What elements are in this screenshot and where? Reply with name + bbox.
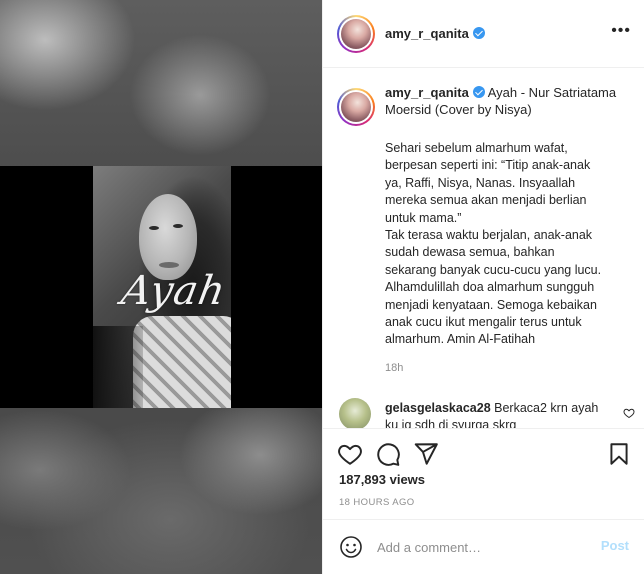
caption-verified-badge-icon (472, 86, 485, 98)
comment-input[interactable] (377, 537, 577, 557)
caption-line: ya, Raffi, Nisya, Nanas. Insyaallah (385, 175, 576, 190)
caption-line: sekarang banyak cucu-cucu yang lucu. (385, 262, 602, 277)
caption-line: sudah dewasa semua, bahkan (385, 245, 555, 260)
header-username[interactable]: amy_r_qanita (385, 26, 485, 41)
bookmark-icon[interactable] (606, 441, 632, 467)
header-avatar[interactable] (337, 15, 375, 53)
comment-bubble-icon[interactable] (375, 441, 401, 467)
video-subject-eye-right (173, 224, 183, 228)
comment-text: gelasgelaskaca28 Berkaca2 krn ayah ku jg… (385, 400, 615, 428)
verified-badge-icon (472, 27, 485, 39)
add-comment-bar: Post (323, 519, 644, 574)
video-title-overlay: Ayah (117, 268, 230, 314)
post-details-panel: amy_r_qanita ••• amy_r_qanita Ayah - Nur… (322, 0, 644, 574)
caption-area: amy_r_qanita Ayah - Nur Satriatama Moers… (323, 68, 644, 428)
post-time-ago[interactable]: 18 HOURS AGO (339, 497, 415, 508)
video-subject-dress (133, 316, 231, 408)
post-comment-button[interactable]: Post (601, 538, 629, 553)
comment-like-heart-icon[interactable] (623, 406, 635, 419)
caption-timestamp[interactable]: 18h (385, 362, 403, 374)
comment-item: gelasgelaskaca28 Berkaca2 krn ayah ku jg… (339, 398, 639, 428)
caption-line: mereka semua akan menjadi berlian (385, 193, 587, 208)
video-subject-shadow (93, 326, 143, 408)
video-subject-eye-left (149, 226, 159, 230)
caption-line: anak cucu ikut mengalir terus untuk (385, 315, 582, 330)
view-count[interactable]: 187,893 views (339, 472, 425, 487)
commenter-avatar[interactable] (339, 398, 371, 428)
post-media[interactable]: Ayah (0, 0, 322, 574)
caption-avatar[interactable] (337, 88, 375, 126)
commenter-username[interactable]: gelasgelaskaca28 (385, 401, 491, 415)
caption-header: amy_r_qanita Ayah - Nur Satriatama Moers… (385, 84, 635, 118)
caption-line: Alhamdulillah doa almarhum sungguh (385, 280, 595, 295)
more-options-icon[interactable]: ••• (611, 23, 631, 39)
caption-line: menjadi kenyataan. Semoga kebaikan (385, 297, 597, 312)
paper-plane-icon[interactable] (413, 441, 439, 467)
post-header: amy_r_qanita ••• (323, 0, 644, 68)
heart-icon[interactable] (337, 441, 363, 467)
caption-line: Tak terasa waktu berjalan, anak-anak (385, 228, 593, 243)
caption-line: Sehari sebelum almarhum wafat, (385, 141, 568, 155)
post-actions: 187,893 views 18 HOURS AGO Post (323, 428, 644, 574)
header-username-text[interactable]: amy_r_qanita (385, 26, 469, 41)
caption-line: untuk mama.” (385, 210, 462, 225)
caption-line: berpesan seperti ini: “Titip anak-anak (385, 158, 591, 173)
smiley-icon[interactable] (339, 535, 363, 559)
caption-body: Sehari sebelum almarhum wafat, berpesan … (385, 140, 639, 349)
caption-line: almarhum. Amin Al-Fatihah (385, 332, 536, 347)
caption-username[interactable]: amy_r_qanita (385, 85, 469, 100)
